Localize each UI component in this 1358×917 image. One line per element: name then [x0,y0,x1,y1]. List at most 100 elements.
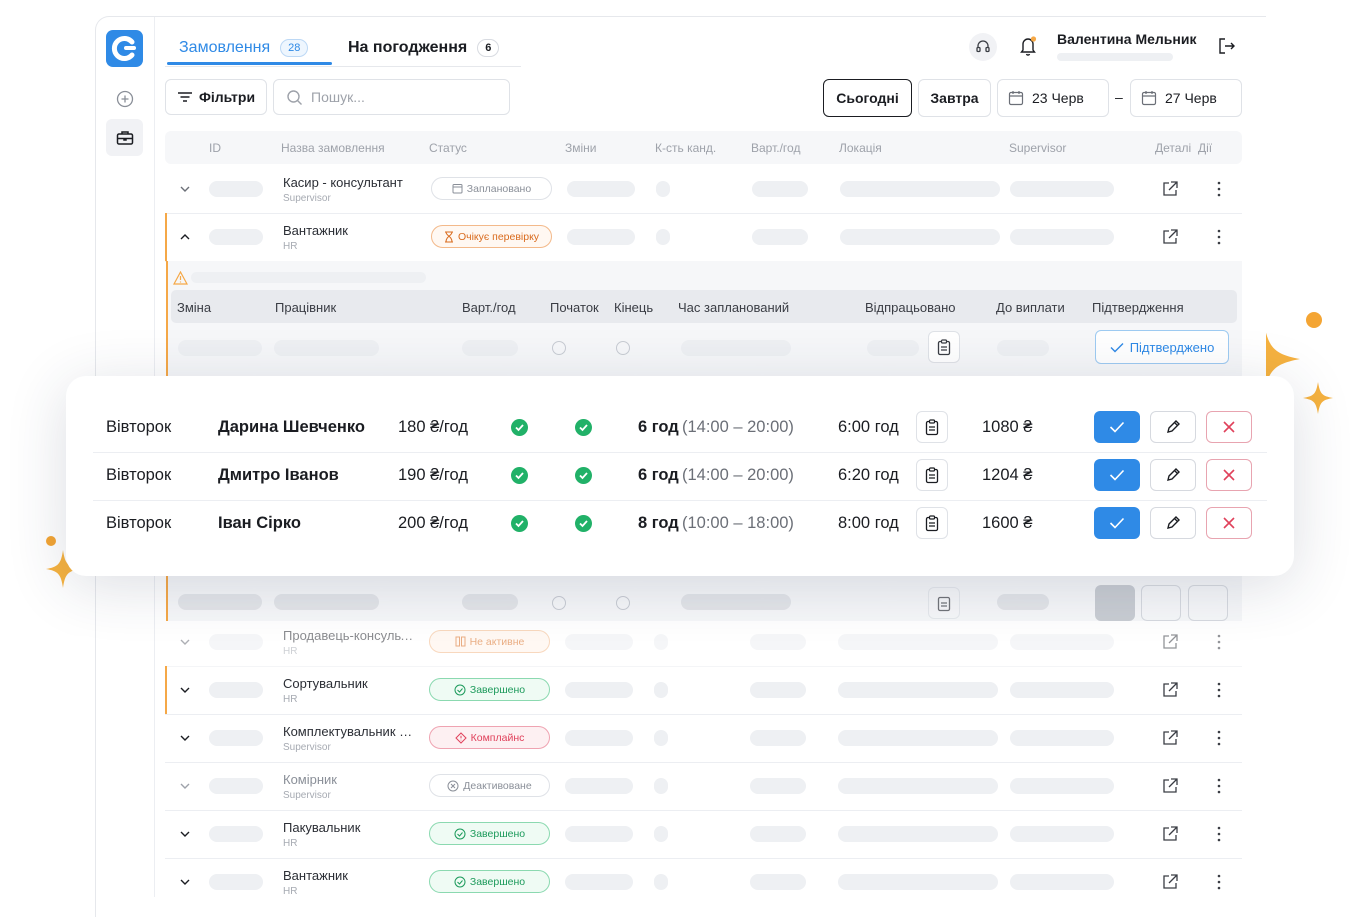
payout: 1600 ₴ [982,514,1033,532]
today-button[interactable]: Сьогодні [823,79,912,117]
table-row[interactable]: Пакувальник HR Завершено [165,810,1242,859]
candidates-skeleton [654,874,668,890]
table-row-expanded[interactable]: Вантажник HR Очікує перевірку [165,213,1242,262]
add-icon[interactable] [106,80,143,117]
chevron-down-icon[interactable] [178,635,192,649]
candidates-skeleton [654,730,668,746]
shift-rate: 200 ₴/год [398,514,468,532]
more-vertical-icon[interactable] [1217,825,1221,843]
date-to-picker[interactable]: 27 Черв [1130,79,1242,117]
table-row[interactable]: Вантажник HR Завершено [165,858,1242,906]
table-row[interactable]: Сортувальник HR Завершено [165,666,1242,715]
edit-button[interactable] [1150,459,1196,491]
chevron-down-icon[interactable] [178,182,192,196]
more-vertical-icon[interactable] [1217,873,1221,891]
clipboard-button[interactable] [928,587,960,619]
tab-approvals[interactable]: На погодження 6 [348,31,500,65]
chevron-down-icon[interactable] [178,779,192,793]
clipboard-button[interactable] [928,331,960,363]
table-row[interactable]: Комірник Supervisor Деактивоване [165,762,1242,811]
supervisor-skeleton [1010,874,1114,890]
more-vertical-icon[interactable] [1217,681,1221,699]
confirmed-button[interactable]: Підтверджено [1095,330,1229,364]
clipboard-button[interactable] [916,459,948,491]
chevron-down-icon[interactable] [178,683,192,697]
col-location: Локація [839,141,882,155]
chevron-down-icon[interactable] [178,827,192,841]
external-link-icon[interactable] [1161,873,1179,891]
external-link-icon[interactable] [1161,777,1179,795]
end-check-icon [575,515,592,532]
approve-button-disabled[interactable] [1095,585,1135,621]
external-link-icon[interactable] [1161,681,1179,699]
shifts-skeleton [567,181,635,197]
chevron-down-icon[interactable] [178,875,192,889]
supervisor-skeleton [1010,229,1114,245]
more-vertical-icon[interactable] [1217,228,1221,246]
reject-button[interactable] [1206,459,1252,491]
external-link-icon[interactable] [1161,729,1179,747]
cell-skeleton [867,340,919,356]
clipboard-button[interactable] [916,507,948,539]
bell-icon[interactable] [1019,35,1039,62]
filter-icon [177,92,192,102]
approve-button[interactable] [1094,459,1140,491]
cell-skeleton [178,594,262,610]
col-status: Статус [429,141,467,155]
col-details: Деталі [1155,141,1192,155]
table-row[interactable]: Продавець-консультант HR Не активне [165,618,1242,667]
check-icon [1110,342,1124,352]
close-icon [1223,469,1235,481]
date-to-value: 27 Черв [1165,90,1217,106]
approve-button[interactable] [1094,411,1140,443]
external-link-icon[interactable] [1161,228,1179,246]
clipboard-button[interactable] [916,411,948,443]
supervisor-skeleton [1010,778,1114,794]
more-vertical-icon[interactable] [1217,180,1221,198]
table-row[interactable]: Комплектувальник замовлень Supervisor Ко… [165,714,1242,763]
user-name[interactable]: Валентина Мельник [1057,31,1196,47]
support-headset-icon[interactable] [969,33,997,61]
reject-button-disabled[interactable] [1188,585,1228,621]
tab-orders[interactable]: Замовлення 28 [179,31,309,65]
date-from-picker[interactable]: 23 Черв [997,79,1109,117]
more-vertical-icon[interactable] [1217,729,1221,747]
pencil-icon [1167,516,1180,529]
shift-row[interactable]: Вівторок Дмитро Іванов 190 ₴/год 6 год (… [93,452,1267,501]
external-link-icon[interactable] [1161,180,1179,198]
briefcase-icon[interactable] [106,119,143,156]
external-link-icon[interactable] [1161,633,1179,651]
planned-time: (14:00 – 20:00) [682,418,794,436]
clipboard-icon [937,338,951,355]
table-row[interactable]: Касир - консультант Supervisor Запланова… [165,165,1242,214]
payout: 1080 ₴ [982,418,1033,436]
confirmed-label: Підтверджено [1129,339,1215,355]
rate-skeleton [750,778,806,794]
edit-button[interactable] [1150,507,1196,539]
logout-icon[interactable] [1217,37,1237,60]
shift-row[interactable]: Вівторок Іван Сірко 200 ₴/год 8 год (10:… [93,500,1267,548]
edit-button[interactable] [1150,411,1196,443]
status-label: Заплановано [466,182,532,195]
external-link-icon[interactable] [1161,825,1179,843]
chevron-up-icon[interactable] [178,230,192,244]
approve-button[interactable] [1094,507,1140,539]
reject-button[interactable] [1206,507,1252,539]
chevron-down-icon[interactable] [178,731,192,745]
app-logo[interactable] [106,30,143,67]
check-circle-icon [454,684,466,695]
rate-skeleton [752,229,808,245]
tab-label: Замовлення [179,39,271,56]
more-vertical-icon[interactable] [1217,777,1221,795]
shift-row[interactable]: Вівторок Дарина Шевченко 180 ₴/год 6 год… [93,404,1267,453]
warning-icon [173,271,188,285]
cell-skeleton [681,594,791,610]
reject-button[interactable] [1206,411,1252,443]
search-input[interactable]: Пошук... [273,79,510,115]
tomorrow-button[interactable]: Завтра [918,79,991,117]
more-vertical-icon[interactable] [1217,633,1221,651]
filters-button[interactable]: Фільтри [165,79,267,115]
clipboard-icon [925,418,939,435]
sub-col-start: Початок [550,300,599,315]
edit-button-disabled[interactable] [1141,585,1181,621]
